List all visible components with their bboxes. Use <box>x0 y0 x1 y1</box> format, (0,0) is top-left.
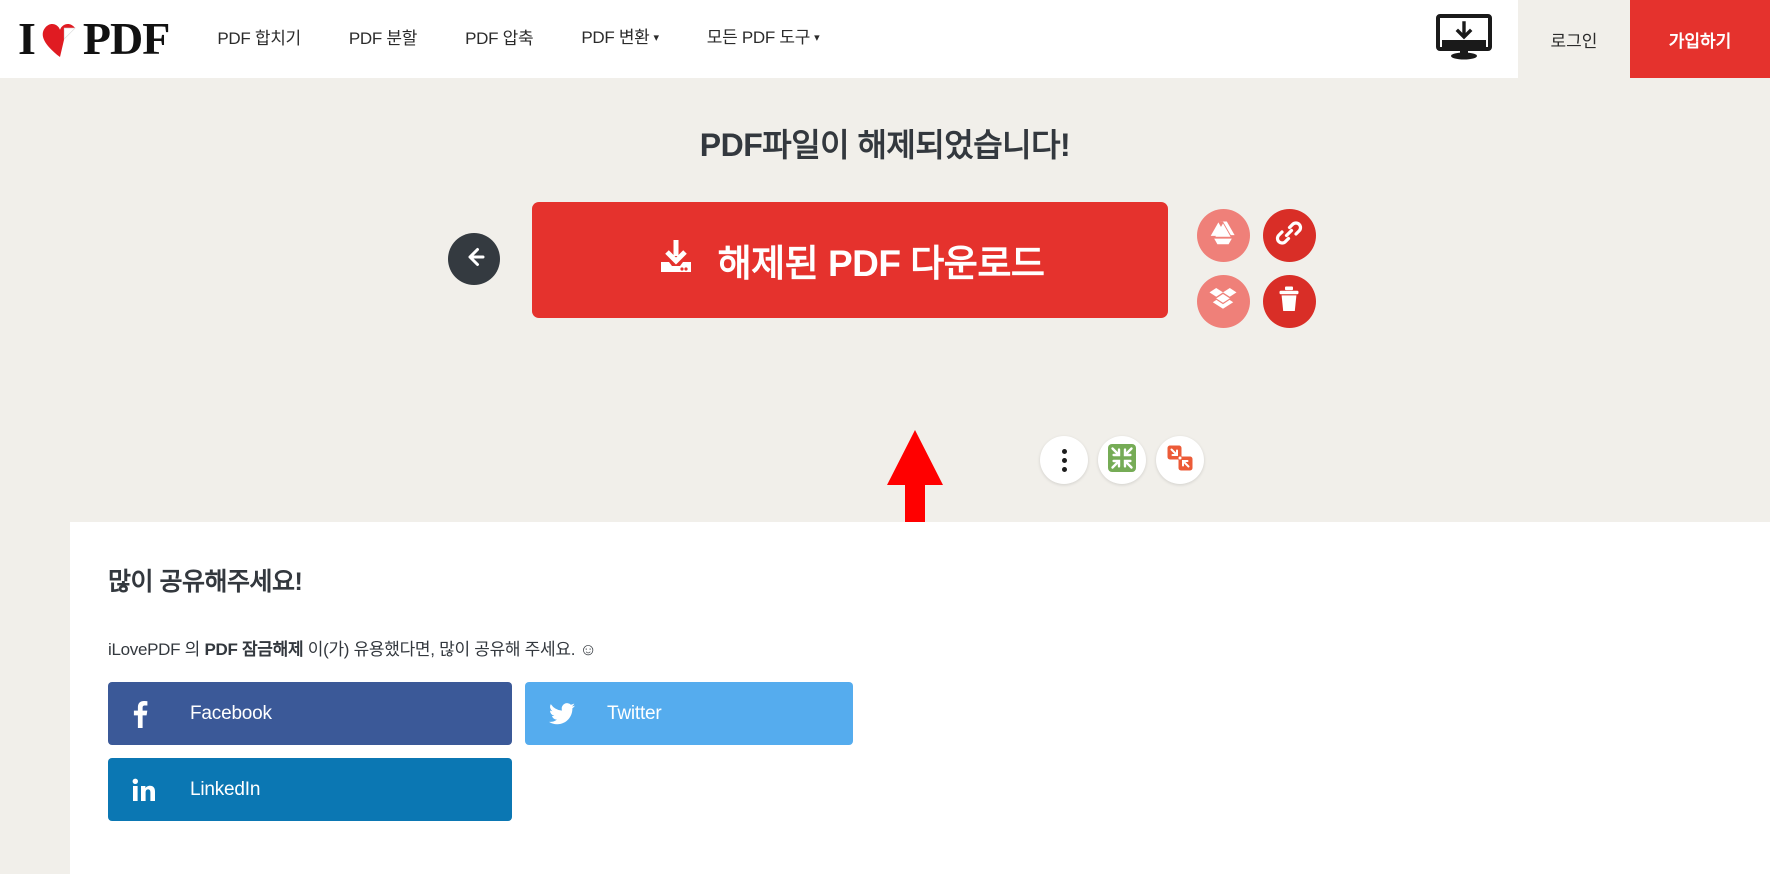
trash-icon <box>1276 285 1302 318</box>
share-description: iLovePDF 의 PDF 잠금해제 이(가) 유용했다면, 많이 공유해 주… <box>108 635 1770 660</box>
more-options-icon <box>1061 448 1067 472</box>
share-linkedin-button[interactable]: LinkedIn <box>108 758 512 821</box>
heart-icon <box>39 18 81 60</box>
nav-label: PDF 분할 <box>348 29 418 48</box>
download-action-row: 해제된 PDF 다운로드 <box>0 202 1770 334</box>
compress-pdf-button[interactable] <box>1098 436 1146 484</box>
logo-post: PDF <box>82 13 170 64</box>
back-button[interactable] <box>448 233 500 285</box>
link-icon <box>1275 219 1303 252</box>
cloud-cell <box>1190 268 1256 334</box>
share-buttons: Facebook Twitter LinkedIn <box>108 682 853 821</box>
merge-pdf-button[interactable] <box>1156 436 1204 484</box>
cloud-actions <box>1190 202 1322 334</box>
nav-item-convert-pdf[interactable]: PDF 변환 ▾ <box>557 0 682 79</box>
secondary-tool-row <box>1040 436 1204 484</box>
site-header: I PDF PDF 합치기 PDF 분할 PDF 압축 PDF 변환 ▾ 모든 P… <box>0 0 1770 78</box>
nav-label: PDF 합치기 <box>217 29 301 48</box>
share-card: 많이 공유해주세요! iLovePDF 의 PDF 잠금해제 이(가) 유용했다… <box>70 522 1770 874</box>
delete-button[interactable] <box>1262 274 1316 328</box>
main-content: PDF파일이 해제되었습니다! 해제된 PDF 다운로드 <box>0 78 1770 570</box>
share-twitter-button[interactable]: Twitter <box>525 682 853 745</box>
share-desc-part2: 이(가) 유용했다면, 많이 공유해 주세요. ☺ <box>303 640 597 659</box>
nav-item-split-pdf[interactable]: PDF 분할 <box>325 0 441 78</box>
logo-text: I PDF <box>18 13 170 64</box>
header-actions: 로그인 가입하기 <box>1410 0 1770 78</box>
nav-label: 모든 PDF 도구 <box>706 28 811 47</box>
desktop-app-button[interactable] <box>1410 0 1518 78</box>
nav-label: PDF 변환 <box>581 28 650 47</box>
share-facebook-button[interactable]: Facebook <box>108 682 512 745</box>
logo[interactable]: I PDF <box>0 0 193 78</box>
cloud-cell <box>1190 202 1256 268</box>
nav-item-all-pdf-tools[interactable]: 모든 PDF 도구 ▾ <box>683 0 844 79</box>
merge-pdf-icon <box>1165 443 1195 478</box>
linkedin-icon <box>132 778 168 802</box>
login-button[interactable]: 로그인 <box>1518 0 1630 78</box>
share-button-label: Facebook <box>190 702 272 724</box>
signup-button[interactable]: 가입하기 <box>1630 0 1770 78</box>
share-desc-part1: iLovePDF 의 <box>108 640 205 659</box>
login-label: 로그인 <box>1550 31 1598 51</box>
chevron-down-icon: ▾ <box>814 32 820 44</box>
facebook-icon <box>132 700 168 728</box>
share-button-label: Twitter <box>607 702 662 724</box>
compress-pdf-icon <box>1107 443 1137 478</box>
download-button-label: 해제된 PDF 다운로드 <box>717 243 1045 284</box>
save-to-google-drive-button[interactable] <box>1196 208 1250 262</box>
twitter-icon <box>549 702 585 725</box>
download-button[interactable]: 해제된 PDF 다운로드 <box>532 202 1168 318</box>
arrow-left-icon <box>461 244 487 275</box>
more-options-button[interactable] <box>1040 436 1088 484</box>
nav-item-compress-pdf[interactable]: PDF 압축 <box>441 0 557 78</box>
desktop-download-icon <box>1436 13 1492 65</box>
save-to-dropbox-button[interactable] <box>1196 274 1250 328</box>
chevron-down-icon: ▾ <box>653 32 660 44</box>
download-icon <box>656 236 696 285</box>
share-desc-tool-name: PDF 잠금해제 <box>204 640 304 659</box>
cloud-cell <box>1256 268 1322 334</box>
share-button-label: LinkedIn <box>190 778 261 800</box>
page-title: PDF파일이 해제되었습니다! <box>699 127 1071 163</box>
nav-label: PDF 압축 <box>465 29 534 48</box>
logo-pre: I <box>18 13 36 64</box>
copy-link-button[interactable] <box>1262 208 1316 262</box>
signup-label: 가입하기 <box>1668 31 1732 51</box>
share-title: 많이 공유해주세요! <box>108 568 303 596</box>
nav-item-merge-pdf[interactable]: PDF 합치기 <box>193 0 325 78</box>
google-drive-icon <box>1209 220 1237 251</box>
cloud-cell <box>1256 202 1322 268</box>
dropbox-icon <box>1209 286 1237 317</box>
main-nav: PDF 합치기 PDF 분할 PDF 압축 PDF 변환 ▾ 모든 PDF 도구 ▾ <box>193 0 843 78</box>
